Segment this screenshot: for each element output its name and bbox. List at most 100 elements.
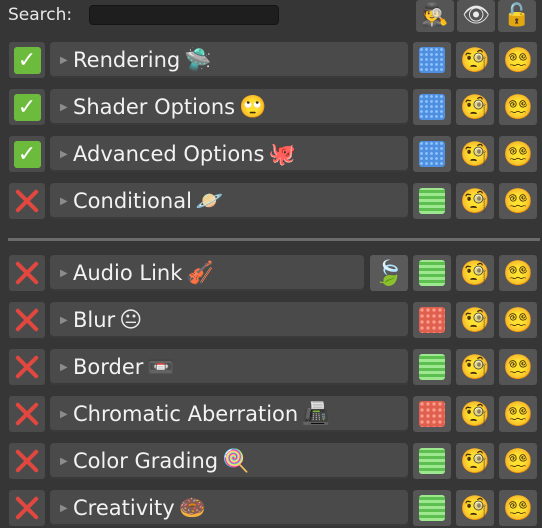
module-emoji-icon: 🪐: [195, 188, 224, 214]
expand-arrow-icon[interactable]: ▶: [60, 362, 68, 373]
header-bar: Search: 🕵 👁 🔓: [0, 0, 542, 34]
module-color-button[interactable]: [413, 89, 451, 125]
dizzy-face-icon: 😵‍💫: [503, 140, 533, 168]
module-inspect-button[interactable]: 🧐: [456, 42, 494, 78]
expand-arrow-icon[interactable]: ▶: [60, 315, 68, 326]
module-emoji-icon: 🍩: [178, 495, 207, 521]
module-enable-checkbox[interactable]: ✓: [9, 89, 45, 125]
expand-arrow-icon[interactable]: ▶: [60, 456, 68, 467]
module-emoji-icon: 📠: [302, 401, 330, 427]
checkmark-icon: ✓: [13, 46, 41, 74]
module-debug-button[interactable]: 😵‍💫: [499, 490, 537, 526]
module-color-button[interactable]: [413, 396, 451, 432]
expand-arrow-icon[interactable]: ▶: [60, 268, 68, 279]
module-inspect-button[interactable]: 🧐: [456, 89, 494, 125]
module-label: Audio Link: [73, 261, 183, 285]
module-header[interactable]: ▶ Border 📼: [50, 349, 408, 385]
module-color-button[interactable]: [413, 183, 451, 219]
module-debug-button[interactable]: 😵‍💫: [499, 396, 537, 432]
module-header[interactable]: ▶ Conditional 🪐: [50, 183, 408, 219]
module-header[interactable]: ▶ Color Grading 🍭: [50, 443, 408, 479]
monocle-face-icon: 🧐: [460, 187, 490, 215]
module-debug-button[interactable]: 😵‍💫: [499, 42, 537, 78]
module-color-button[interactable]: [413, 443, 451, 479]
module-debug-button[interactable]: 😵‍💫: [499, 302, 537, 338]
cross-icon: [12, 258, 42, 288]
module-enable-checkbox[interactable]: [9, 302, 45, 338]
module-debug-button[interactable]: 😵‍💫: [499, 183, 537, 219]
module-debug-button[interactable]: 😵‍💫: [499, 349, 537, 385]
checkmark-icon: ✓: [13, 93, 41, 121]
module-inspect-button[interactable]: 🧐: [456, 349, 494, 385]
module-emoji-icon: 🛸: [184, 47, 212, 73]
module-label: Shader Options: [73, 95, 236, 119]
module-inspect-button[interactable]: 🧐: [456, 255, 494, 291]
module-debug-button[interactable]: 😵‍💫: [499, 443, 537, 479]
module-header[interactable]: ▶ Advanced Options 🐙: [50, 136, 408, 172]
module-emoji-icon: 🍭: [222, 448, 250, 474]
red-pattern-icon: [419, 401, 445, 427]
module-enable-checkbox[interactable]: [9, 183, 45, 219]
module-emoji-icon: 📼: [147, 354, 175, 380]
module-header[interactable]: ▶ Chromatic Aberration 📠: [50, 396, 408, 432]
expand-arrow-icon[interactable]: ▶: [60, 409, 68, 420]
module-enable-checkbox[interactable]: [9, 255, 45, 291]
expand-arrow-icon[interactable]: ▶: [60, 55, 68, 66]
module-inspect-button[interactable]: 🧐: [456, 443, 494, 479]
visibility-toggle-button[interactable]: 👁: [457, 0, 495, 32]
module-color-button[interactable]: [413, 302, 451, 338]
module-inspect-button[interactable]: 🧐: [456, 136, 494, 172]
cross-icon: [12, 446, 42, 476]
module-debug-button[interactable]: 😵‍💫: [499, 89, 537, 125]
module-label: Rendering: [73, 48, 181, 72]
module-emoji-icon: 😐: [119, 307, 143, 333]
dizzy-face-icon: 😵‍💫: [503, 187, 533, 215]
search-input[interactable]: [89, 5, 279, 25]
module-header[interactable]: ▶ Blur 😐: [50, 302, 408, 338]
module-inspect-button[interactable]: 🧐: [456, 490, 494, 526]
incognito-toggle-button[interactable]: 🕵: [416, 0, 454, 32]
module-emoji-icon: 🎻: [186, 260, 214, 286]
cross-icon: [12, 493, 42, 523]
module-header[interactable]: ▶ Audio Link 🎻: [50, 255, 364, 291]
module-color-button[interactable]: [413, 490, 451, 526]
monocle-face-icon: 🧐: [460, 494, 490, 522]
module-label: Creativity: [73, 496, 175, 520]
module-header[interactable]: ▶ Creativity 🍩: [50, 490, 408, 526]
module-enable-checkbox[interactable]: ✓: [9, 42, 45, 78]
module-color-button[interactable]: [413, 349, 451, 385]
expand-arrow-icon[interactable]: ▶: [60, 503, 68, 514]
module-debug-button[interactable]: 😵‍💫: [499, 136, 537, 172]
monocle-face-icon: 🧐: [460, 46, 490, 74]
module-enable-checkbox[interactable]: [9, 443, 45, 479]
expand-arrow-icon[interactable]: ▶: [60, 102, 68, 113]
monocle-face-icon: 🧐: [460, 353, 490, 381]
monocle-face-icon: 🧐: [460, 259, 490, 287]
expand-arrow-icon[interactable]: ▶: [60, 196, 68, 207]
module-color-button[interactable]: [413, 255, 451, 291]
green-pattern-icon: [419, 260, 445, 286]
module-enable-checkbox[interactable]: [9, 349, 45, 385]
module-emoji-icon: 🐙: [268, 141, 296, 167]
cross-icon: [12, 186, 42, 216]
module-color-button[interactable]: [413, 136, 451, 172]
lock-toggle-button[interactable]: 🔓: [498, 0, 536, 32]
module-header[interactable]: ▶ Rendering 🛸: [50, 42, 408, 78]
green-pattern-icon: [419, 188, 445, 214]
red-pattern-icon: [419, 307, 445, 333]
module-inspect-button[interactable]: 🧐: [456, 396, 494, 432]
audio-link-leaf-button[interactable]: 🍃: [370, 255, 408, 291]
module-enable-checkbox[interactable]: [9, 490, 45, 526]
module-enable-checkbox[interactable]: ✓: [9, 136, 45, 172]
monocle-face-icon: 🧐: [460, 140, 490, 168]
section-divider: [8, 238, 540, 241]
monocle-face-icon: 🧐: [460, 306, 490, 334]
blue-pattern-icon: [419, 141, 445, 167]
module-header[interactable]: ▶ Shader Options 🙄: [50, 89, 408, 125]
module-inspect-button[interactable]: 🧐: [456, 183, 494, 219]
expand-arrow-icon[interactable]: ▶: [60, 149, 68, 160]
module-debug-button[interactable]: 😵‍💫: [499, 255, 537, 291]
module-color-button[interactable]: [413, 42, 451, 78]
module-inspect-button[interactable]: 🧐: [456, 302, 494, 338]
module-enable-checkbox[interactable]: [9, 396, 45, 432]
